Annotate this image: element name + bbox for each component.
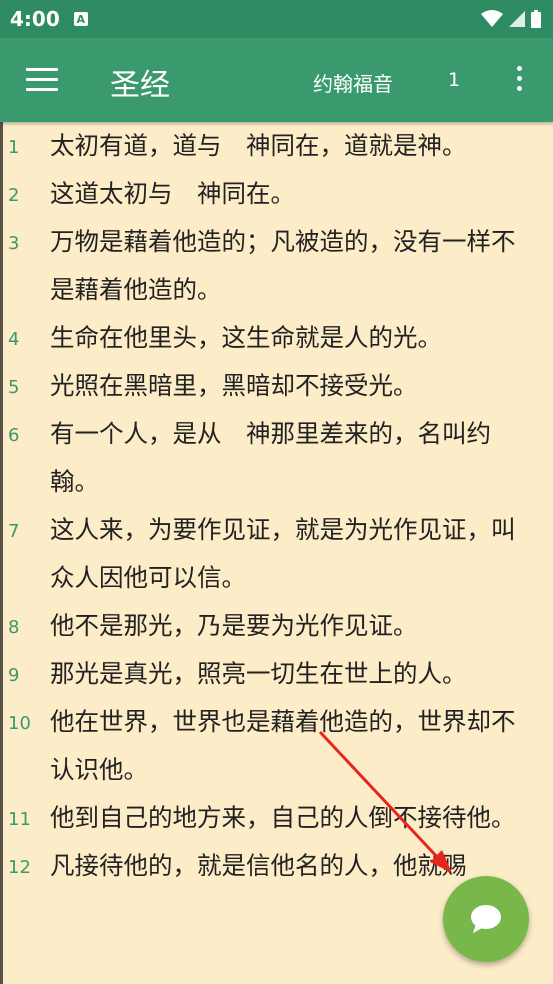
- verse-number: 6: [8, 425, 20, 446]
- verse-number: 1: [8, 137, 20, 158]
- app-bar: 圣经 约翰福音 1: [0, 38, 553, 122]
- verse-list[interactable]: 1 太初有道，道与 神同在，道就是神。 2 这道太初与 神同在。 3 万物是藉着…: [0, 122, 553, 984]
- verse-number: 11: [8, 809, 31, 830]
- verse-item[interactable]: 3 万物是藉着他造的；凡被造的，没有一样不是藉着他造的。: [0, 218, 553, 314]
- verse-number: 5: [8, 377, 20, 398]
- verse-item[interactable]: 8 他不是那光，乃是要为光作见证。: [0, 602, 553, 650]
- status-time: 4:00: [10, 7, 60, 31]
- verse-number: 2: [8, 185, 20, 206]
- verse-text: 这人来，为要作见证，就是为光作见证，叫众人因他可以信。: [50, 515, 516, 592]
- verse-item[interactable]: 5 光照在黑暗里，黑暗却不接受光。: [0, 362, 553, 410]
- verse-text: 那光是真光，照亮一切生在世上的人。: [50, 659, 467, 688]
- verse-text: 这道太初与 神同在。: [50, 179, 295, 208]
- battery-icon: [531, 10, 541, 28]
- status-bar: 4:00 A: [0, 0, 553, 38]
- chat-fab-button[interactable]: [443, 876, 529, 962]
- verse-item[interactable]: 6 有一个人，是从 神那里差来的，名叫约翰。: [0, 410, 553, 506]
- signal-icon: [509, 11, 525, 27]
- verse-item[interactable]: 2 这道太初与 神同在。: [0, 170, 553, 218]
- verse-item[interactable]: 11 他到自己的地方来，自己的人倒不接待他。: [0, 794, 553, 842]
- verse-number: 9: [8, 665, 20, 686]
- chapter-selector[interactable]: 1: [448, 69, 460, 91]
- more-vert-icon[interactable]: [508, 66, 530, 96]
- wifi-icon: [481, 10, 503, 27]
- verse-text: 他在世界，世界也是藉着他造的，世界却不认识他。: [50, 707, 516, 784]
- verse-text: 有一个人，是从 神那里差来的，名叫约翰。: [50, 419, 491, 496]
- verse-item[interactable]: 7 这人来，为要作见证，就是为光作见证，叫众人因他可以信。: [0, 506, 553, 602]
- verse-text: 生命在他里头，这生命就是人的光。: [50, 323, 442, 352]
- verse-text: 他不是那光，乃是要为光作见证。: [50, 611, 418, 640]
- verse-item[interactable]: 9 那光是真光，照亮一切生在世上的人。: [0, 650, 553, 698]
- verse-number: 4: [8, 329, 20, 350]
- hamburger-icon[interactable]: [26, 68, 58, 92]
- verse-number: 7: [8, 521, 20, 542]
- verse-item[interactable]: 4 生命在他里头，这生命就是人的光。: [0, 314, 553, 362]
- verse-number: 3: [8, 233, 20, 254]
- verse-text: 太初有道，道与 神同在，道就是神。: [50, 131, 467, 160]
- verse-item[interactable]: 1 太初有道，道与 神同在，道就是神。: [0, 122, 553, 170]
- verse-text: 万物是藉着他造的；凡被造的，没有一样不是藉着他造的。: [50, 227, 516, 304]
- book-selector[interactable]: 约翰福音: [313, 68, 393, 97]
- verse-number: 8: [8, 617, 20, 638]
- verse-text: 他到自己的地方来，自己的人倒不接待他。: [50, 803, 516, 832]
- verse-number: 10: [8, 713, 31, 734]
- status-icons: [481, 10, 541, 28]
- app-title: 圣经: [110, 68, 170, 103]
- verse-item[interactable]: 10 他在世界，世界也是藉着他造的，世界却不认识他。: [0, 698, 553, 794]
- verse-number: 12: [8, 857, 31, 878]
- verse-text: 凡接待他的，就是信他名的人，他就赐: [50, 851, 467, 880]
- chat-bubble-icon: [471, 905, 501, 933]
- notification-icon: A: [73, 12, 88, 26]
- verse-text: 光照在黑暗里，黑暗却不接受光。: [50, 371, 418, 400]
